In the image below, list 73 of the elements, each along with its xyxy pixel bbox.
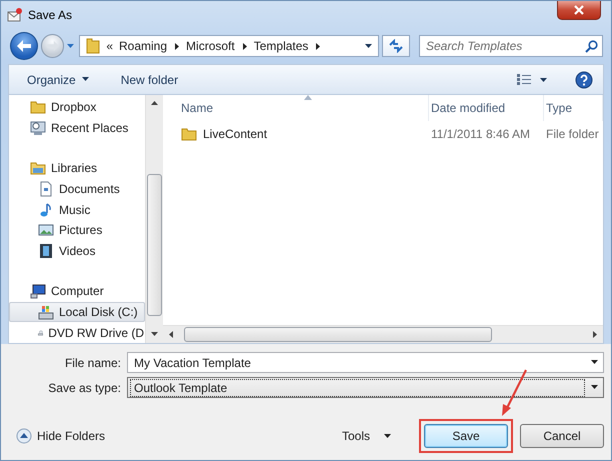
caret-icon bbox=[240, 42, 248, 50]
scroll-thumb[interactable] bbox=[184, 327, 492, 342]
hard-disk-icon bbox=[38, 304, 54, 320]
column-header[interactable]: Date modified bbox=[429, 95, 544, 121]
sidebar-item[interactable]: Local Disk (C:) bbox=[9, 302, 145, 322]
refresh-icon bbox=[388, 39, 404, 53]
search-box[interactable]: Search Templates bbox=[418, 35, 603, 57]
scrollbar[interactable] bbox=[145, 95, 163, 343]
sidebar-item[interactable]: Pictures bbox=[9, 220, 145, 241]
library-icon bbox=[30, 160, 46, 176]
close-icon bbox=[574, 5, 584, 15]
collapse-icon bbox=[16, 428, 32, 444]
caret-icon bbox=[67, 42, 74, 50]
app-icon bbox=[7, 6, 23, 22]
file-name[interactable]: LiveContent bbox=[179, 123, 429, 145]
folder-icon bbox=[30, 99, 46, 116]
music-note-icon bbox=[38, 202, 54, 218]
folder-icon bbox=[181, 126, 197, 142]
computer-icon bbox=[30, 283, 46, 300]
caret-icon bbox=[590, 359, 598, 366]
document-icon bbox=[38, 181, 54, 198]
date-modified: 11/1/2011 8:46 AM bbox=[430, 126, 531, 143]
forward-arrow-icon bbox=[46, 40, 60, 52]
sidebar-item[interactable]: Dropbox bbox=[9, 97, 145, 118]
column-header[interactable]: Type bbox=[544, 95, 603, 121]
dialog-button[interactable]: Save bbox=[424, 424, 508, 448]
field-label: Save as type: bbox=[47, 380, 121, 394]
caret-icon bbox=[173, 42, 180, 50]
back-button[interactable] bbox=[10, 32, 38, 60]
breadcrumb[interactable]: Templates bbox=[254, 39, 308, 53]
column-header[interactable]: Name bbox=[179, 95, 429, 121]
breadcrumb-overflow[interactable]: « bbox=[106, 39, 113, 53]
caret-icon bbox=[365, 42, 372, 50]
sidebar-item[interactable]: Recent Places bbox=[9, 118, 145, 138]
caret-icon bbox=[540, 76, 547, 84]
sidebar-item[interactable]: Computer bbox=[9, 281, 145, 302]
scrollbar[interactable] bbox=[163, 325, 603, 343]
field-label: File name: bbox=[64, 356, 121, 370]
menu-button[interactable]: Organize bbox=[25, 70, 91, 88]
back-arrow-icon bbox=[16, 39, 32, 53]
dialog-button[interactable]: Cancel bbox=[520, 424, 604, 448]
breadcrumb[interactable]: Roaming bbox=[119, 39, 168, 53]
help-icon[interactable] bbox=[575, 70, 593, 88]
breadcrumb[interactable]: Microsoft bbox=[186, 39, 235, 53]
dropdown[interactable]: Outlook Template bbox=[127, 377, 604, 398]
window-title: Save As bbox=[28, 8, 72, 22]
input-field[interactable]: My Vacation Template bbox=[127, 352, 604, 373]
hide-folders-button[interactable]: Hide Folders bbox=[16, 428, 106, 444]
close-button[interactable] bbox=[557, 1, 601, 20]
caret-icon bbox=[151, 100, 158, 107]
address-bar[interactable]: « Roaming Microsoft Templates bbox=[79, 35, 380, 57]
view-options-icon[interactable] bbox=[516, 72, 532, 86]
file-type: File folder bbox=[545, 126, 600, 143]
film-icon bbox=[38, 242, 54, 259]
caret-icon bbox=[151, 331, 158, 338]
sidebar-item[interactable]: Documents bbox=[9, 178, 145, 200]
folder-icon bbox=[86, 38, 100, 54]
sidebar-item[interactable]: DVD RW Drive (D bbox=[9, 322, 145, 343]
toolbar-button[interactable]: New folder bbox=[118, 70, 180, 88]
sidebar-item[interactable]: Videos bbox=[9, 240, 145, 262]
recent-places-icon bbox=[30, 120, 46, 136]
caret-icon bbox=[168, 331, 175, 338]
caret-icon bbox=[591, 331, 598, 338]
scroll-thumb[interactable] bbox=[147, 174, 162, 316]
sidebar-item[interactable]: Music bbox=[9, 199, 145, 220]
caret-icon bbox=[384, 432, 391, 440]
refresh-button[interactable] bbox=[382, 35, 410, 57]
pictures-icon bbox=[38, 222, 54, 238]
caret-icon bbox=[314, 42, 322, 50]
tools-button[interactable]: Tools bbox=[338, 426, 394, 446]
search-icon bbox=[584, 40, 598, 52]
caret-icon bbox=[590, 384, 598, 391]
sidebar-item[interactable]: Libraries bbox=[9, 158, 145, 179]
